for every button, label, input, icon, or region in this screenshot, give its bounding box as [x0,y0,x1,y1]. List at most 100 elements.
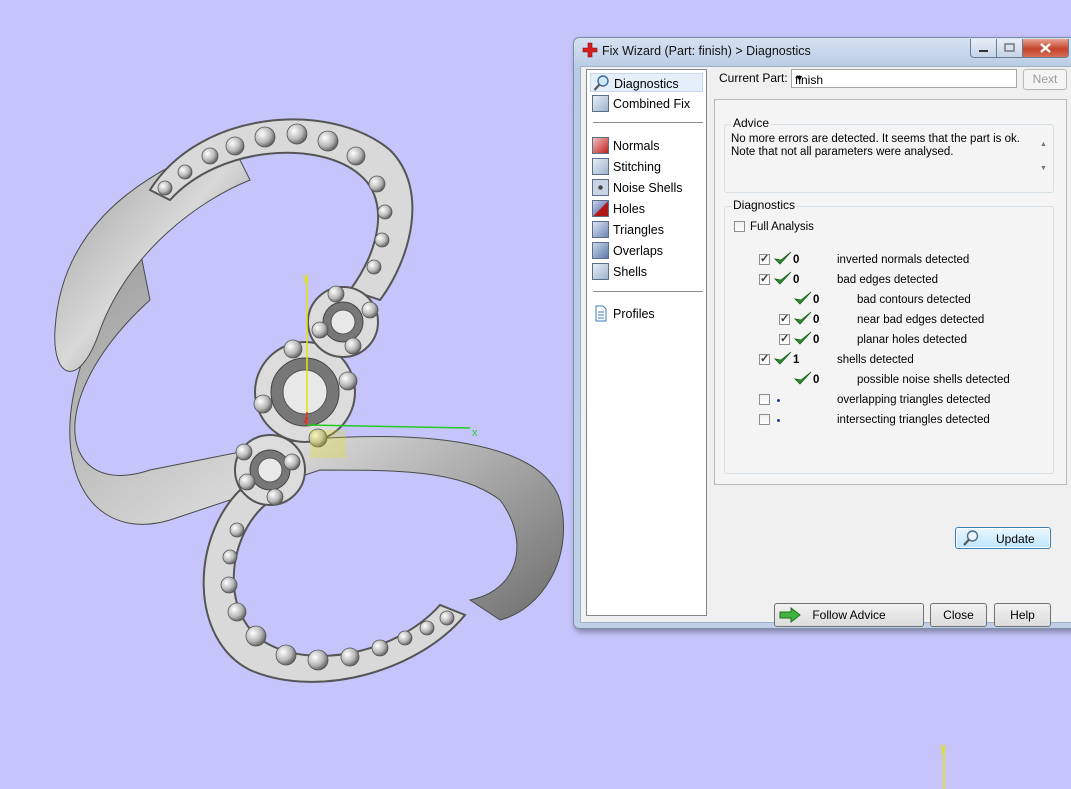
green-check-icon [774,271,792,285]
nav-label-diagnostics: Diagnostics [614,77,679,91]
nav-item-shells[interactable]: Shells [590,262,703,281]
diagnostic-count: 0 [813,374,820,386]
cube-icon [592,95,609,112]
triangles-cube-icon [592,221,609,238]
nav-item-noise-shells[interactable]: Noise Shells [590,178,703,197]
diagnostic-label: planar holes detected [857,334,967,346]
diagnostic-label: intersecting triangles detected [837,414,990,426]
nav-label-combined-fix: Combined Fix [613,97,691,111]
holes-cube-icon [592,200,609,217]
nav-label-shells: Shells [613,265,648,279]
nav-label-triangles: Triangles [613,223,664,237]
normals-cube-icon [592,137,609,154]
nav-item-holes[interactable]: Holes [590,199,703,218]
ring-model [54,118,565,683]
help-button[interactable]: Help [994,603,1051,627]
red-cross-icon [582,42,598,58]
green-check-icon [794,331,812,345]
nav-item-combined-fix[interactable]: Combined Fix [590,94,703,113]
scroll-down-icon[interactable]: ▼ [1040,165,1047,172]
pending-dot-icon [777,419,780,422]
diagnostic-count: 0 [813,314,820,326]
scroll-up-icon[interactable]: ▲ [1040,141,1047,148]
diagnostic-label: bad edges detected [837,274,939,286]
diagnostics-panel: Advice No more errors are detected. It s… [714,99,1067,549]
advice-line-2: Note that not all parameters were analys… [731,146,954,158]
nav-label-profiles: Profiles [613,307,655,321]
diagnostic-row: overlapping triangles detected [725,391,1045,409]
nav-item-triangles[interactable]: Triangles [590,220,703,239]
diagnostic-label: shells detected [837,354,914,366]
follow-advice-button[interactable]: Follow Advice [774,603,924,627]
full-analysis-label: Full Analysis [750,221,814,233]
title-bar[interactable]: Fix Wizard (Part: finish) > Diagnostics [574,38,1071,64]
dialog-client-area: Diagnostics Combined Fix Normals Stitchi… [580,66,1071,627]
axis-z-label: z [303,415,308,426]
noise-shells-icon [592,179,609,196]
nav-label-overlaps: Overlaps [613,244,664,258]
current-part-select[interactable]: finish ▼ [791,69,1017,88]
diagnostic-label: bad contours detected [857,294,971,306]
window-title: Fix Wizard (Part: finish) > Diagnostics [602,44,811,58]
close-icon [1040,43,1051,53]
nav-item-stitching[interactable]: Stitching [590,157,703,176]
nav-label-stitching: Stitching [613,160,661,174]
nav-divider [593,122,703,123]
close-button[interactable]: Close [930,603,987,627]
diagnostic-count: 0 [793,254,800,266]
overlaps-cube-icon [592,242,609,259]
diagnostic-count: 0 [813,334,820,346]
diagnostic-row: ✓ 0 planar holes detected [725,331,1045,349]
axis-x-label: x [472,427,478,439]
diagnostic-label: inverted normals detected [837,254,970,266]
diagnostic-checkbox[interactable]: ✓ [759,273,770,285]
shells-cube-icon [592,263,609,280]
green-check-icon [794,371,812,385]
nav-item-overlaps[interactable]: Overlaps [590,241,703,260]
nav-label-normals: Normals [613,139,660,153]
wizard-nav: Diagnostics Combined Fix Normals Stitchi… [586,69,707,616]
diagnostic-row: ✓ 0 near bad edges detected [725,311,1045,329]
checkmark-icon: ✓ [780,313,790,325]
update-button[interactable]: Update [955,527,1051,549]
diagnostic-checkbox[interactable]: ✓ [779,333,790,345]
diagnostic-checkbox[interactable]: ✓ [779,313,790,325]
stitching-cube-icon [592,158,609,175]
nav-label-noise-shells: Noise Shells [613,181,683,195]
diagnostic-checkbox[interactable] [759,394,770,405]
advice-group: Advice No more errors are detected. It s… [724,116,1054,193]
magnifier-icon [593,75,609,91]
green-check-icon [774,251,792,265]
axis-y-label: y [303,272,309,284]
diagnostic-row: ✓ 1 shells detected [725,351,1045,369]
minimize-button[interactable] [970,39,997,58]
corner-axis-y-label: y [940,742,946,754]
follow-advice-label: Follow Advice [812,608,886,622]
next-button[interactable]: Next [1023,69,1067,90]
diagnostic-checkbox[interactable]: ✓ [759,253,770,265]
nav-label-holes: Holes [613,202,645,216]
diagnostic-label: possible noise shells detected [857,374,1010,386]
update-label: Update [996,532,1035,546]
full-analysis-checkbox[interactable] [734,221,745,232]
diagnostics-group: Diagnostics Full Analysis ✓ 0 inverted nor… [724,198,1054,549]
chevron-down-icon: ▼ [795,73,804,83]
diagnostic-row: ✓ 0 inverted normals detected [725,251,1045,269]
green-check-icon [794,311,812,325]
checkmark-icon: ✓ [760,253,770,265]
minimize-icon [979,50,988,52]
maximize-button[interactable] [996,39,1023,58]
nav-divider [593,291,703,292]
diagnostic-checkbox[interactable] [759,414,770,425]
fix-wizard-dialog: Fix Wizard (Part: finish) > Diagnostics … [573,37,1071,629]
diagnostic-checkbox[interactable]: ✓ [759,353,770,365]
maximize-icon [1004,43,1015,52]
close-window-button[interactable] [1022,39,1069,58]
nav-item-diagnostics[interactable]: Diagnostics [590,73,703,92]
diagnostic-row: 0 possible noise shells detected [725,371,1045,389]
advice-scrollbar[interactable]: ▲ ▼ [1037,127,1051,175]
nav-item-normals[interactable]: Normals [590,136,703,155]
nav-item-profiles[interactable]: Profiles [590,304,703,323]
diagnostic-row: ✓ 0 bad edges detected [725,271,1045,289]
magnifier-icon [963,530,979,546]
